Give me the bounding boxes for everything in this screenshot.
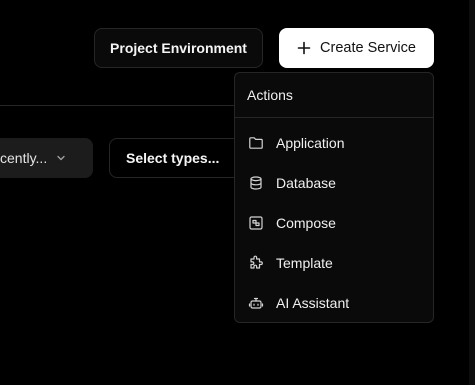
type-filter-placeholder: Select types... [126, 150, 220, 166]
plus-icon [297, 41, 311, 55]
create-service-label: Create Service [320, 40, 416, 56]
project-environment-label: Project Environment [110, 40, 247, 56]
actions-dropdown-menu: Actions Application Database Compose Tem… [234, 72, 434, 323]
bot-icon [248, 295, 264, 311]
menu-item-label: Compose [276, 215, 336, 231]
header-divider [0, 105, 235, 106]
menu-item-label: Application [276, 135, 345, 151]
services-page: Project Environment Create Service centl… [0, 0, 475, 385]
actions-menu-list: Application Database Compose Template AI… [235, 118, 433, 323]
database-icon [248, 175, 264, 191]
sort-select-value: cently... [0, 150, 48, 166]
menu-item-label: AI Assistant [276, 295, 350, 311]
menu-item-template[interactable]: Template [235, 243, 433, 283]
project-environment-button[interactable]: Project Environment [94, 28, 263, 68]
menu-item-database[interactable]: Database [235, 163, 433, 203]
compose-icon [248, 215, 264, 231]
actions-menu-title: Actions [235, 73, 433, 118]
menu-item-label: Database [276, 175, 336, 191]
menu-item-label: Template [276, 255, 333, 271]
menu-item-ai-assistant[interactable]: AI Assistant [235, 283, 433, 323]
scrollbar[interactable] [469, 0, 475, 385]
create-service-button[interactable]: Create Service [279, 28, 434, 68]
chevron-down-icon [57, 155, 65, 161]
folder-icon [248, 135, 264, 151]
sort-select[interactable]: cently... [0, 138, 93, 178]
menu-item-compose[interactable]: Compose [235, 203, 433, 243]
puzzle-icon [248, 255, 264, 271]
type-filter-select[interactable]: Select types... [109, 138, 249, 178]
menu-item-application[interactable]: Application [235, 123, 433, 163]
